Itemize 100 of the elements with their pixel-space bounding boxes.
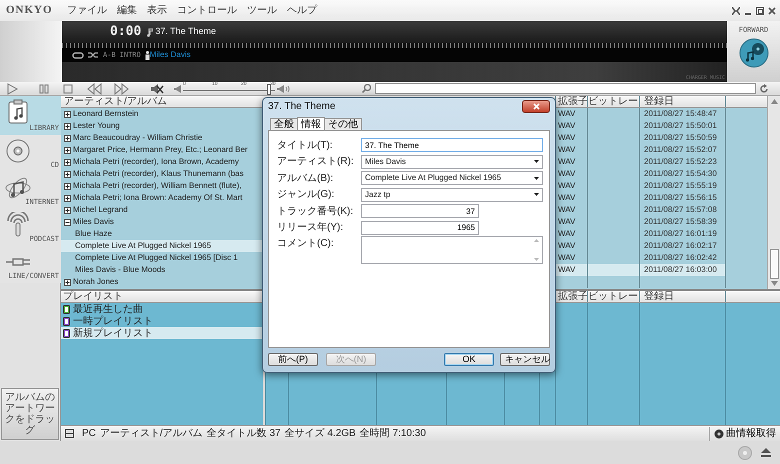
tree-item[interactable]: Michel Legrand	[61, 204, 267, 216]
speaker-high-icon	[277, 84, 290, 92]
playlist-item[interactable]: 新規プレイリスト	[61, 327, 263, 339]
pause-icon[interactable]	[38, 82, 50, 94]
column-header[interactable]: 拡張子	[558, 291, 588, 302]
tree-item[interactable]: Leonard Bernstein	[61, 108, 267, 120]
field-label: コメント(C):	[277, 237, 335, 251]
maximize-icon[interactable]	[756, 6, 764, 14]
scroll-up-icon[interactable]	[770, 99, 778, 104]
play-icon[interactable]	[6, 82, 18, 94]
table-cell: 2011/08/27 16:03:00	[639, 264, 725, 276]
status-text: PC	[82, 427, 96, 441]
tab[interactable]: その他	[324, 118, 362, 130]
expand-icon[interactable]	[64, 158, 71, 166]
number-field[interactable]: 1965	[361, 220, 479, 235]
dialog-button[interactable]: OK	[444, 352, 494, 366]
expand-icon[interactable]	[64, 194, 71, 202]
stop-icon[interactable]	[62, 82, 74, 94]
playlist-item[interactable]: 最近再生した曲	[61, 303, 263, 315]
shuffle-icon[interactable]	[88, 51, 99, 59]
expand-icon[interactable]	[64, 182, 71, 190]
fast-forward-icon[interactable]	[114, 82, 130, 94]
time-display: 0:00	[110, 23, 142, 42]
menu-item[interactable]: 編集	[112, 3, 142, 18]
combo-box[interactable]: Miles Davis	[361, 154, 543, 169]
collapse-icon[interactable]	[64, 218, 71, 226]
expand-icon[interactable]	[64, 278, 71, 286]
combo-box[interactable]: Complete Live At Plugged Nickel 1965	[361, 171, 543, 186]
menu-item[interactable]: ヘルプ	[282, 3, 322, 18]
scrollbar-thumb[interactable]	[770, 249, 778, 279]
table-cell: 2011/08/27 16:01:19	[639, 228, 725, 240]
expand-icon[interactable]	[64, 146, 71, 154]
tree-item[interactable]: Michala Petri (recorder), Klaus Thunemann (bas	[61, 168, 267, 180]
column-header[interactable]: 登録日	[644, 291, 674, 302]
search-field[interactable]	[375, 83, 756, 94]
expand-icon[interactable]	[64, 134, 71, 142]
tab[interactable]: 全般	[270, 118, 298, 130]
tree-item[interactable]: Marc Beaucoudray - William Christie	[61, 132, 267, 144]
column-header[interactable]: ビットレー	[588, 96, 638, 107]
field-label: アーティスト(R):	[277, 155, 355, 170]
tree-item[interactable]: Michala Petri (recorder), Iona Brown, Academy	[61, 156, 267, 168]
volume-thumb[interactable]	[266, 84, 271, 95]
app-logo: ONKYO	[5, 3, 54, 18]
tree-item[interactable]: Margaret Price, Hermann Prey, Etc.; Leonard Ber	[61, 144, 267, 156]
table-cell: 2011/08/27 15:56:15	[639, 192, 725, 204]
column-header[interactable]: ビットレー	[588, 291, 638, 302]
mute-icon[interactable]	[150, 82, 164, 94]
antenna-icon	[5, 212, 31, 238]
combo-box[interactable]: Jazz tp	[361, 188, 543, 202]
tree-item[interactable]: Miles Davis	[61, 216, 267, 228]
table-cell: 2011/08/27 15:52:23	[639, 156, 725, 168]
search-icon[interactable]	[362, 84, 371, 93]
artwork-drop-area[interactable]: アルバムのアートワークをドラッグ	[1, 388, 59, 440]
status-text: 全タイトル数 37	[206, 427, 281, 441]
table-cell: 2011/08/27 15:48:47	[639, 108, 725, 120]
expand-icon[interactable]	[64, 170, 71, 178]
vertical-scrollbar[interactable]	[767, 96, 780, 289]
close-button[interactable]	[522, 100, 550, 113]
column-header[interactable]: プレイリスト	[63, 291, 123, 302]
table-cell: 2011/08/27 15:50:01	[639, 120, 725, 132]
speaker-low-icon	[174, 84, 181, 92]
number-field[interactable]: 37	[361, 204, 479, 218]
dialog-button[interactable]: 前へ(P)	[268, 352, 318, 366]
menu-item[interactable]: コントロール	[172, 3, 242, 18]
table-cell: 2011/08/27 15:55:19	[639, 180, 725, 192]
expand-icon[interactable]	[64, 206, 71, 214]
tree-item[interactable]: Michala Petri (recorder), William Bennett (flute),	[61, 180, 267, 192]
repeat-icon[interactable]	[72, 52, 84, 58]
rewind-icon[interactable]	[86, 82, 102, 94]
tree-item[interactable]: Norah Jones	[61, 276, 267, 288]
menu-item[interactable]: 表示	[142, 3, 172, 18]
tree-item[interactable]: Lester Young	[61, 120, 267, 132]
cd-icon	[5, 138, 31, 164]
menu-item[interactable]: ファイル	[62, 3, 112, 18]
scroll-down-icon[interactable]	[770, 281, 778, 286]
track-title: 37. The Theme	[155, 25, 216, 38]
expand-icon[interactable]	[64, 110, 71, 118]
status-text: アーティスト/アルバム	[100, 427, 203, 441]
dropdown-arrow-icon	[534, 193, 539, 196]
compact-mode-icon[interactable]	[732, 6, 740, 14]
table-cell: 2011/08/27 16:02:17	[639, 240, 725, 252]
column-header[interactable]: 登録日	[644, 96, 674, 107]
column-header[interactable]: アーティスト/アルバム	[64, 96, 167, 107]
table-cell: 2011/08/27 15:54:30	[639, 168, 725, 180]
text-field[interactable]: 37. The Theme	[361, 138, 543, 152]
field-label: ジャンル(G):	[277, 188, 336, 202]
refresh-icon[interactable]	[759, 84, 769, 94]
eject-icon[interactable]	[760, 447, 772, 458]
menu-item[interactable]: ツール	[242, 3, 282, 18]
tree-item[interactable]: Michala Petri; Iona Brown: Academy Of St. Mart	[61, 192, 267, 204]
field-label: トラック番号(K):	[277, 204, 354, 219]
layout-icon[interactable]	[65, 429, 74, 438]
tab[interactable]: 情報	[297, 117, 325, 130]
close-icon[interactable]	[768, 6, 776, 14]
playlist-item[interactable]: 一時プレイリスト	[61, 315, 263, 327]
expand-icon[interactable]	[64, 122, 71, 130]
status-text: 全時間 7:10:30	[360, 426, 426, 441]
dialog-button[interactable]: キャンセル	[500, 352, 550, 366]
column-header[interactable]: 拡張子	[558, 96, 588, 107]
dropdown-arrow-icon	[534, 160, 539, 164]
